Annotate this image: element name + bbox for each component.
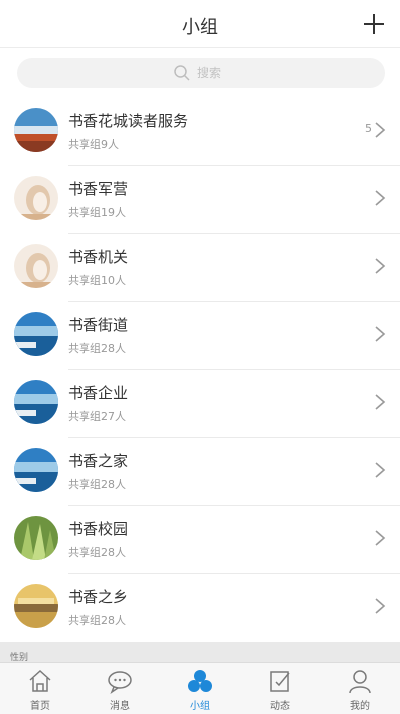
group-icon [186,668,214,694]
chevron-right-icon [375,530,386,546]
group-row[interactable]: 书香机关 共享组10人 [0,234,400,302]
group-avatar [14,516,58,560]
group-members: 共享组19人 [68,206,126,219]
group-list: 书香花城读者服务 共享组9人 5 书香军营 共享组19人 书香机关 共享组10人… [0,98,400,642]
search-input[interactable] [197,63,317,83]
group-members: 共享组9人 [68,138,119,151]
chevron-right-icon [375,598,386,614]
tab-label: 小组 [190,701,210,712]
profile-icon [346,668,374,694]
tab-profile[interactable]: 我的 [320,663,400,714]
group-row[interactable]: 书香企业 共享组27人 [0,370,400,438]
chevron-right-icon [375,394,386,410]
tab-activity[interactable]: 动态 [240,663,320,714]
tab-label: 首页 [30,701,50,712]
group-name: 书香之家 [68,452,129,470]
group-avatar [14,176,58,220]
tab-messages[interactable]: 消息 [80,663,160,714]
tab-label: 动态 [270,701,290,712]
group-name: 书香机关 [68,248,129,266]
group-avatar [14,448,58,492]
app-header: 小组 [0,0,400,48]
group-name: 书香校园 [68,520,129,538]
group-row[interactable]: 书香街道 共享组28人 [0,302,400,370]
group-row[interactable]: 书香之乡 共享组28人 [0,574,400,642]
page-title: 小组 [182,17,218,38]
group-row[interactable]: 书香校园 共享组28人 [0,506,400,574]
group-members: 共享组28人 [68,614,126,627]
search-icon [174,65,190,81]
edit-icon [266,668,294,694]
chevron-right-icon [375,258,386,274]
group-avatar [14,312,58,356]
plus-icon [364,14,384,34]
search-box[interactable] [17,58,385,88]
group-avatar [14,380,58,424]
chevron-right-icon [375,190,386,206]
chevron-right-icon [375,462,386,478]
group-members: 共享组28人 [68,342,126,355]
group-members: 共享组28人 [68,546,126,559]
tab-home[interactable]: 首页 [0,663,80,714]
group-avatar [14,584,58,628]
bottom-tab-bar: 首页 消息 小组 动态 我的 [0,662,400,714]
group-name: 书香之乡 [68,588,129,606]
group-avatar [14,108,58,152]
add-group-button[interactable] [358,8,390,40]
group-badge: 5 [365,122,372,135]
tab-groups[interactable]: 小组 [160,663,240,714]
group-row[interactable]: 书香军营 共享组19人 [0,166,400,234]
tab-label: 我的 [350,701,370,712]
group-members: 共享组28人 [68,478,126,491]
group-row[interactable]: 书香花城读者服务 共享组9人 5 [0,98,400,166]
message-icon [106,668,134,694]
group-name: 书香街道 [68,316,129,334]
group-row[interactable]: 书香之家 共享组28人 [0,438,400,506]
home-icon [26,668,54,694]
tab-label: 消息 [110,701,130,712]
group-name: 书香军营 [68,180,129,198]
section-strip: 性别 [0,642,400,663]
chevron-right-icon [375,326,386,342]
search-bar [0,48,400,98]
group-members: 共享组10人 [68,274,126,287]
chevron-right-icon [375,122,386,138]
group-avatar [14,244,58,288]
group-name: 书香花城读者服务 [68,112,189,130]
group-name: 书香企业 [68,384,129,402]
group-members: 共享组27人 [68,410,126,423]
